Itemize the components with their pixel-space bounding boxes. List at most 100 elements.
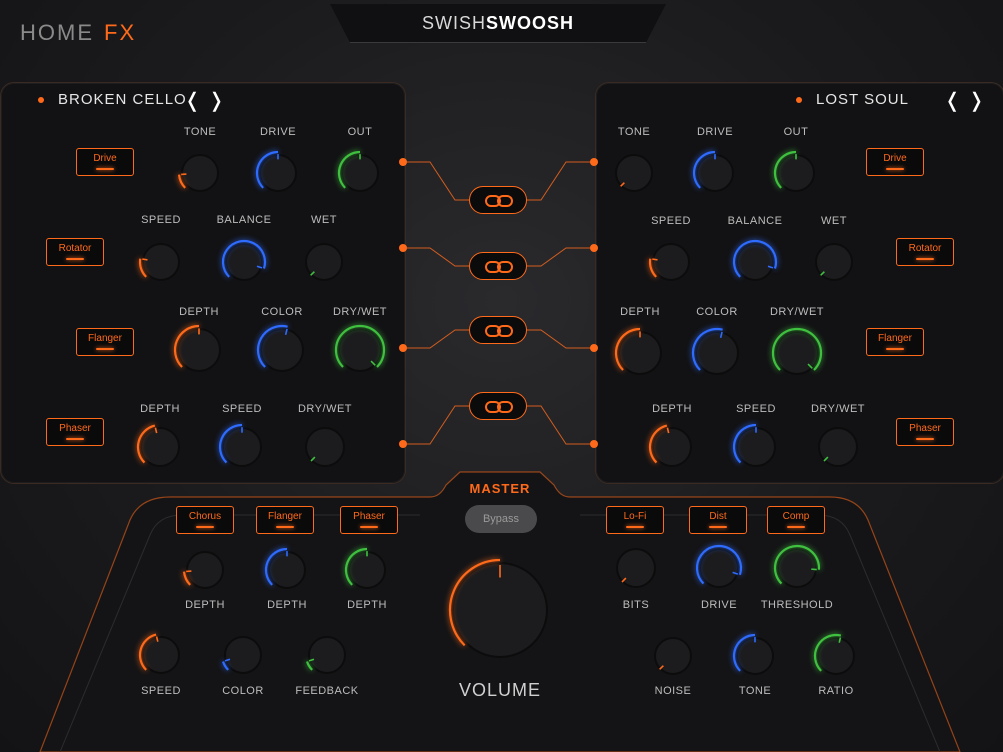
master-comp-toggle[interactable]: Comp [767,506,825,534]
led-indicator [916,438,934,440]
right-preset-name[interactable]: LOST SOUL [796,91,909,108]
right-m1-p0-knob[interactable] [644,235,698,289]
left-m0-p1-label: DRIVE [259,126,297,138]
master-right_knobs_row2-0-knob[interactable] [646,629,700,683]
led-indicator [276,526,294,528]
master-left_knobs_row2-2-knob[interactable] [300,628,354,682]
master-right_knobs_row2-2-knob[interactable] [809,629,863,683]
master-right_knobs_row1-1-label: DRIVE [700,599,738,611]
master-left_knobs_row2-1-knob[interactable] [216,628,270,682]
right-m1-p2-knob[interactable] [807,235,861,289]
right-phaser-toggle[interactable]: Phaser [896,418,954,446]
module-label: Chorus [188,511,222,522]
right-m2-p2-label: DRY/WET [769,306,825,318]
module-label: Drive [883,153,907,164]
left-preset-next-icon[interactable]: ❭ [208,88,225,113]
left-drive-toggle[interactable]: Drive [76,148,134,176]
right-m2-p1-knob[interactable] [687,323,747,383]
led-indicator [886,348,904,350]
left-m1-p2-knob[interactable] [297,235,351,289]
left-phaser-toggle[interactable]: Phaser [46,418,104,446]
master-left_knobs_row1-1-label: DEPTH [267,599,307,611]
led-indicator [66,438,84,440]
right-m3-p0-label: DEPTH [652,403,692,415]
left-preset-label: BROKEN CELLO [58,91,187,108]
link-phaser-button[interactable] [469,392,527,420]
master-right_knobs_row1-1-knob[interactable] [691,540,747,596]
master-right_knobs_row1-2-knob[interactable] [769,540,825,596]
left-m2-p1-knob[interactable] [252,320,312,380]
left-m0-p2-knob[interactable] [333,146,387,200]
link-icon [485,195,513,207]
right-m0-p1-knob[interactable] [688,146,742,200]
right-preset-next-icon[interactable]: ❭ [968,88,985,113]
module-label: Lo-Fi [623,511,647,522]
master-left_knobs_row1-0-knob[interactable] [178,543,232,597]
master-right_knobs_row1-0-knob[interactable] [608,540,664,596]
master-lofi-toggle[interactable]: Lo-Fi [606,506,664,534]
right-m0-p0-label: TONE [617,126,651,138]
left-m0-p1-knob[interactable] [251,146,305,200]
link-flanger-button[interactable] [469,316,527,344]
right-m3-p0-knob[interactable] [644,419,700,475]
left-m1-p0-knob[interactable] [134,235,188,289]
master-dist-toggle[interactable]: Dist [689,506,747,534]
right-m3-p1-knob[interactable] [728,419,784,475]
module-label: Phaser [353,511,385,522]
right-m0-p1-label: DRIVE [696,126,734,138]
left-flanger-toggle[interactable]: Flanger [76,328,134,356]
master-left_knobs_row1-0-label: DEPTH [185,599,225,611]
master-right_knobs_row2-1-knob[interactable] [728,629,782,683]
master-left_knobs_row2-1-label: COLOR [222,685,264,697]
master-right_knobs_row2-2-label: RATIO [818,685,854,697]
master-volume-knob[interactable] [444,554,556,666]
right-m2-p0-knob[interactable] [610,323,670,383]
led-indicator [66,258,84,260]
right-m3-p2-knob[interactable] [810,419,866,475]
bypass-button[interactable]: Bypass [465,505,537,533]
left-m3-p0-label: DEPTH [140,403,180,415]
master-left_knobs_row1-2-knob[interactable] [340,543,394,597]
master-left_knobs_row1-1-knob[interactable] [260,543,314,597]
module-label: Phaser [909,423,941,434]
left-rotator-toggle[interactable]: Rotator [46,238,104,266]
led-indicator [916,258,934,260]
left-m3-p0-knob[interactable] [132,419,188,475]
right-drive-toggle[interactable]: Drive [866,148,924,176]
left-preset-name[interactable]: BROKEN CELLO [38,91,187,108]
right-m1-p1-knob[interactable] [728,235,782,289]
led-indicator [96,348,114,350]
left-m1-p1-knob[interactable] [217,235,271,289]
led-indicator [709,526,727,528]
module-label: Comp [782,511,810,522]
right-m0-p0-knob[interactable] [607,146,661,200]
left-m0-p0-knob[interactable] [173,146,227,200]
master-flanger-toggle[interactable]: Flanger [256,506,314,534]
led-indicator [626,526,644,528]
master-chorus-toggle[interactable]: Chorus [176,506,234,534]
left-m3-p1-knob[interactable] [214,419,270,475]
left-m3-p2-knob[interactable] [297,419,353,475]
right-flanger-toggle[interactable]: Flanger [866,328,924,356]
module-label: Flanger [268,511,302,522]
left-m2-p0-knob[interactable] [169,320,229,380]
master-phaser-toggle[interactable]: Phaser [340,506,398,534]
right-m0-p2-knob[interactable] [769,146,823,200]
left-m2-p0-label: DEPTH [179,306,219,318]
right-preset-prev-icon[interactable]: ❬ [944,88,961,113]
led-indicator [886,168,904,170]
left-preset-prev-icon[interactable]: ❬ [184,88,201,113]
right-rotator-toggle[interactable]: Rotator [896,238,954,266]
link-icon [485,401,513,413]
left-m2-p1-label: COLOR [261,306,303,318]
module-label: Drive [93,153,117,164]
master-left_knobs_row2-0-knob[interactable] [134,628,188,682]
master-title: MASTER [469,481,531,496]
right-preset-label: LOST SOUL [816,91,909,108]
left-m2-p2-knob[interactable] [330,320,390,380]
link-drive-button[interactable] [469,186,527,214]
left-m1-p1-label: BALANCE [216,214,272,226]
left-m0-p2-label: OUT [347,126,373,138]
link-rotator-button[interactable] [469,252,527,280]
right-m2-p2-knob[interactable] [767,323,827,383]
